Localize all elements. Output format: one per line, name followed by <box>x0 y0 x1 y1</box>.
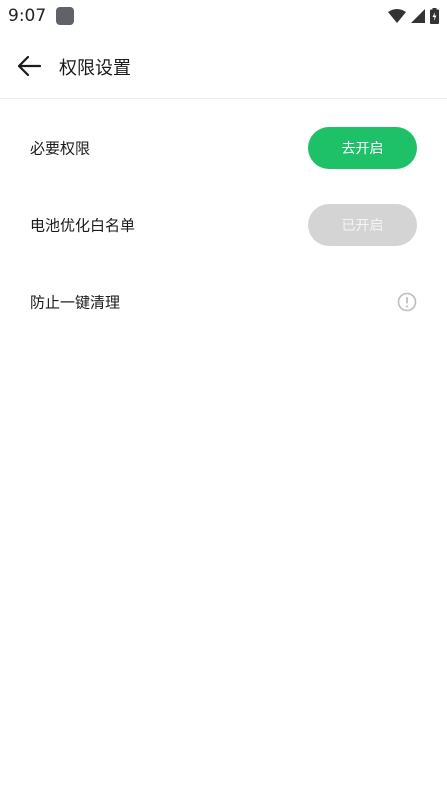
enabled-status-button: 已开启 <box>308 204 417 246</box>
signal-icon <box>411 9 425 23</box>
settings-row-battery-whitelist: 电池优化白名单 已开启 <box>0 197 447 253</box>
back-button[interactable] <box>14 51 44 81</box>
app-notification-icon <box>56 7 74 25</box>
arrow-left-icon <box>17 55 42 77</box>
wifi-icon <box>388 9 406 23</box>
row-label: 必要权限 <box>30 139 91 158</box>
enable-button[interactable]: 去开启 <box>308 127 417 169</box>
info-icon[interactable] <box>397 292 417 312</box>
status-time: 9:07 <box>8 6 47 26</box>
settings-row-prevent-cleanup[interactable]: 防止一键清理 <box>0 274 447 330</box>
app-header: 权限设置 <box>0 34 447 99</box>
battery-icon <box>430 8 439 24</box>
page-title: 权限设置 <box>59 58 131 79</box>
row-label: 电池优化白名单 <box>30 216 136 235</box>
status-icons <box>388 6 439 26</box>
row-label: 防止一键清理 <box>30 293 121 312</box>
settings-row-required-permissions: 必要权限 去开启 <box>0 120 447 176</box>
status-bar: 9:07 <box>0 0 447 32</box>
